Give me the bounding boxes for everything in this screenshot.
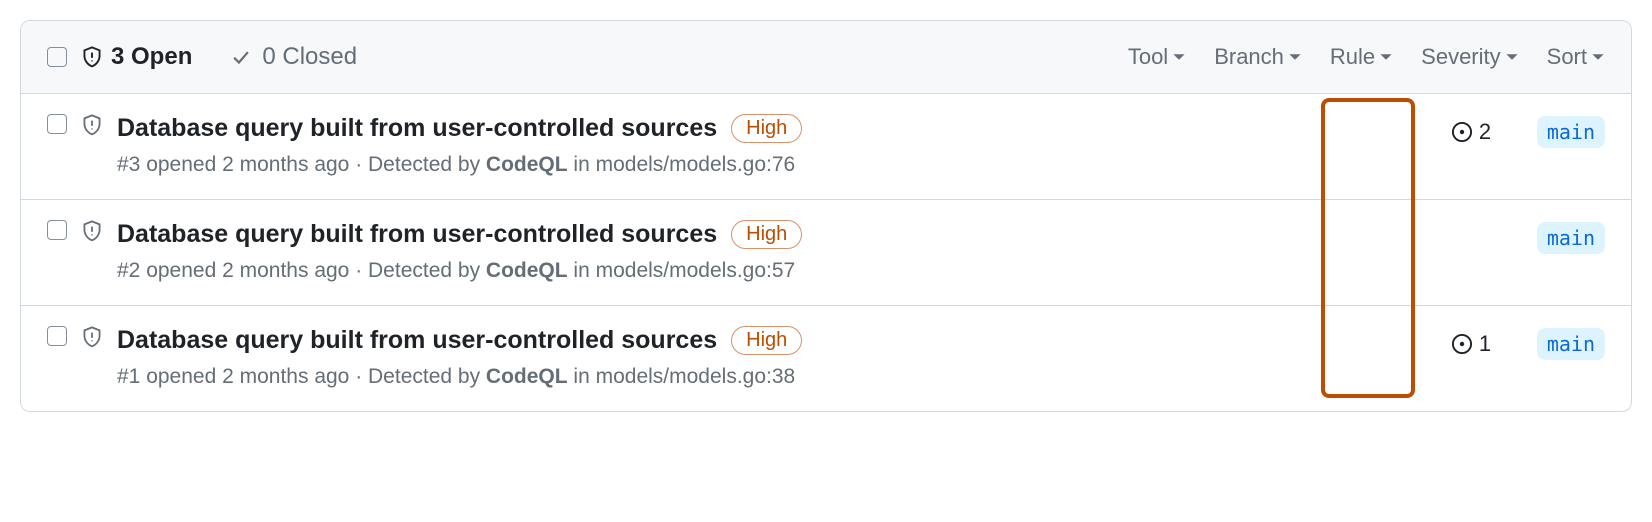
branch-badge[interactable]: main xyxy=(1537,328,1605,360)
filter-tool[interactable]: Tool xyxy=(1128,44,1186,70)
linked-issue-count[interactable]: 2 xyxy=(1451,119,1491,145)
tab-open[interactable]: 3 Open xyxy=(81,43,192,71)
linked-issue-count[interactable]: 1 xyxy=(1451,331,1491,357)
filter-label: Branch xyxy=(1214,44,1284,70)
alert-row: Database query built from user-controlle… xyxy=(21,94,1631,200)
alert-meta: #3 opened 2 months ago · Detected by Cod… xyxy=(117,153,1437,177)
header-left: 3 Open 0 Closed xyxy=(47,43,357,71)
meta-prefix: #1 opened 2 months ago · Detected by xyxy=(117,365,486,388)
issue-count-value: 1 xyxy=(1479,331,1491,357)
alerts-header: 3 Open 0 Closed Tool Branch Rule xyxy=(21,21,1631,94)
alerts-list: Database query built from user-controlle… xyxy=(21,94,1631,411)
open-count-label: 3 Open xyxy=(111,43,192,71)
issue-open-icon xyxy=(1451,333,1473,355)
caret-down-icon xyxy=(1172,50,1186,64)
alert-row: Database query built from user-controlle… xyxy=(21,306,1631,411)
meta-suffix: in models/models.go:38 xyxy=(568,365,796,388)
alert-meta: #2 opened 2 months ago · Detected by Cod… xyxy=(117,259,1437,283)
branch-badge[interactable]: main xyxy=(1537,222,1605,254)
issue-open-icon xyxy=(1451,121,1473,143)
filter-label: Rule xyxy=(1330,44,1375,70)
row-checkbox[interactable] xyxy=(47,326,67,346)
meta-prefix: #3 opened 2 months ago · Detected by xyxy=(117,153,486,176)
alert-right: 2 main xyxy=(1451,114,1605,148)
check-icon xyxy=(230,46,252,68)
filter-label: Tool xyxy=(1128,44,1168,70)
alert-meta: #1 opened 2 months ago · Detected by Cod… xyxy=(117,365,1437,389)
alert-right: main xyxy=(1451,220,1605,254)
meta-prefix: #2 opened 2 months ago · Detected by xyxy=(117,259,486,282)
alert-content: Database query built from user-controlle… xyxy=(117,220,1437,283)
severity-badge: High xyxy=(731,114,802,143)
alerts-container: 3 Open 0 Closed Tool Branch Rule xyxy=(20,20,1632,412)
caret-down-icon xyxy=(1505,50,1519,64)
closed-count-label: 0 Closed xyxy=(262,43,357,71)
shield-alert-icon xyxy=(81,220,103,242)
caret-down-icon xyxy=(1379,50,1393,64)
filter-branch[interactable]: Branch xyxy=(1214,44,1302,70)
alert-title-link[interactable]: Database query built from user-controlle… xyxy=(117,114,717,143)
meta-suffix: in models/models.go:76 xyxy=(568,153,796,176)
alert-title-link[interactable]: Database query built from user-controlle… xyxy=(117,220,717,249)
severity-badge: High xyxy=(731,220,802,249)
severity-badge: High xyxy=(731,326,802,355)
filter-label: Severity xyxy=(1421,44,1500,70)
branch-badge[interactable]: main xyxy=(1537,116,1605,148)
shield-alert-icon xyxy=(81,326,103,348)
header-filters: Tool Branch Rule Severity Sort xyxy=(1128,44,1605,70)
tab-closed[interactable]: 0 Closed xyxy=(230,43,357,71)
issue-count-value: 2 xyxy=(1479,119,1491,145)
alert-right: 1 main xyxy=(1451,326,1605,360)
row-checkbox[interactable] xyxy=(47,220,67,240)
filter-label: Sort xyxy=(1547,44,1587,70)
meta-tool: CodeQL xyxy=(486,153,568,176)
meta-tool: CodeQL xyxy=(486,365,568,388)
select-all-checkbox[interactable] xyxy=(47,47,67,67)
shield-alert-icon xyxy=(81,46,103,68)
alert-title-link[interactable]: Database query built from user-controlle… xyxy=(117,326,717,355)
filter-rule[interactable]: Rule xyxy=(1330,44,1393,70)
alert-content: Database query built from user-controlle… xyxy=(117,326,1437,389)
shield-alert-icon xyxy=(81,114,103,136)
alert-content: Database query built from user-controlle… xyxy=(117,114,1437,177)
meta-tool: CodeQL xyxy=(486,259,568,282)
caret-down-icon xyxy=(1591,50,1605,64)
caret-down-icon xyxy=(1288,50,1302,64)
filter-sort[interactable]: Sort xyxy=(1547,44,1605,70)
alert-row: Database query built from user-controlle… xyxy=(21,200,1631,306)
meta-suffix: in models/models.go:57 xyxy=(568,259,796,282)
row-checkbox[interactable] xyxy=(47,114,67,134)
filter-severity[interactable]: Severity xyxy=(1421,44,1518,70)
